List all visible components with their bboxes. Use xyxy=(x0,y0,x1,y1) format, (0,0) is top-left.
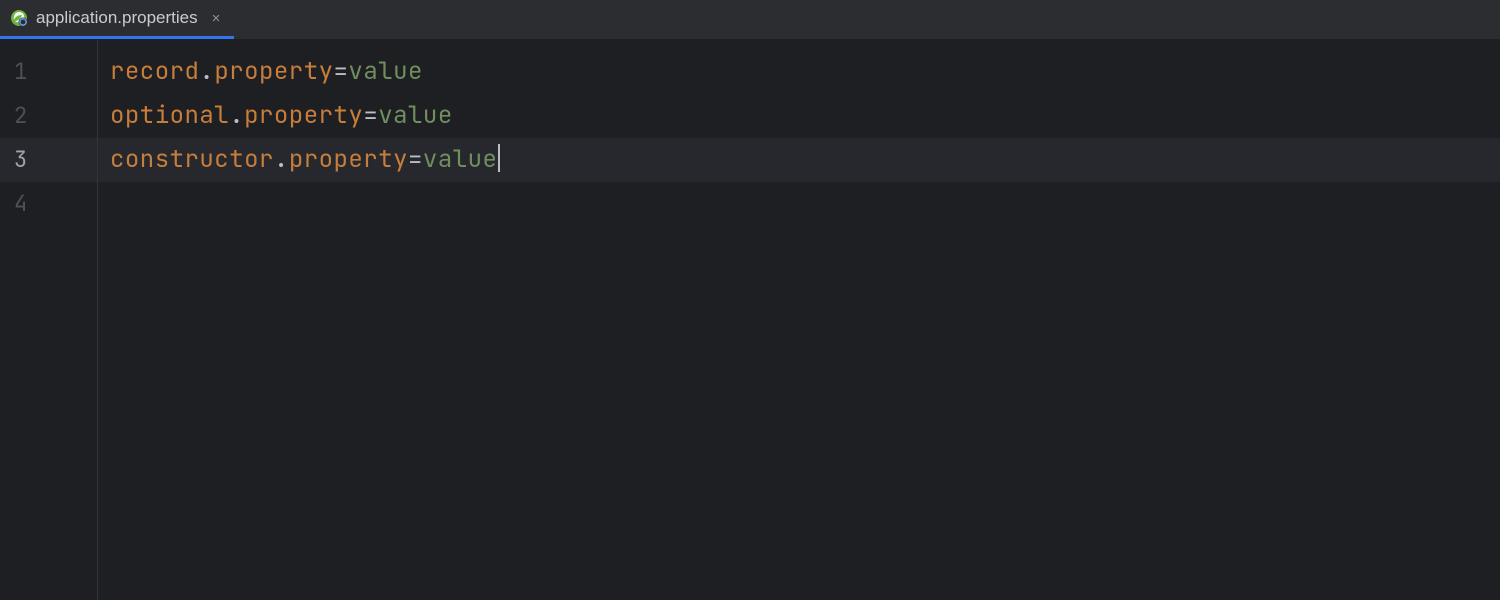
token: value xyxy=(378,100,453,131)
tab-label: application.properties xyxy=(36,8,198,28)
token: = xyxy=(363,100,378,131)
editor: 1234 record.property=valueoptional.prope… xyxy=(0,40,1500,600)
token: property xyxy=(214,56,333,87)
code-area[interactable]: record.property=valueoptional.property=v… xyxy=(98,40,1500,600)
code-line[interactable]: optional.property=value xyxy=(110,94,1500,138)
token: property xyxy=(289,144,408,175)
line-number: 2 xyxy=(0,94,97,138)
close-icon[interactable]: × xyxy=(212,10,221,27)
token: . xyxy=(199,56,214,87)
token: = xyxy=(334,56,349,87)
gutter: 1234 xyxy=(0,40,98,600)
code-line[interactable]: record.property=value xyxy=(110,50,1500,94)
line-number: 1 xyxy=(0,50,97,94)
token: optional xyxy=(110,100,229,131)
token: . xyxy=(274,144,289,175)
code-line[interactable]: constructor.property=value xyxy=(98,138,1500,182)
token: . xyxy=(229,100,244,131)
tab-bar: application.properties × xyxy=(0,0,1500,40)
caret xyxy=(498,144,500,172)
token: = xyxy=(408,144,423,175)
code-line[interactable] xyxy=(110,182,1500,226)
token: value xyxy=(348,56,423,87)
token: constructor xyxy=(110,144,274,175)
tab-application-properties[interactable]: application.properties × xyxy=(0,0,234,39)
line-number: 4 xyxy=(0,182,97,226)
token: property xyxy=(244,100,363,131)
line-number: 3 xyxy=(0,138,97,182)
token: value xyxy=(423,144,498,175)
spring-config-icon xyxy=(10,9,28,27)
token: record xyxy=(110,56,199,87)
